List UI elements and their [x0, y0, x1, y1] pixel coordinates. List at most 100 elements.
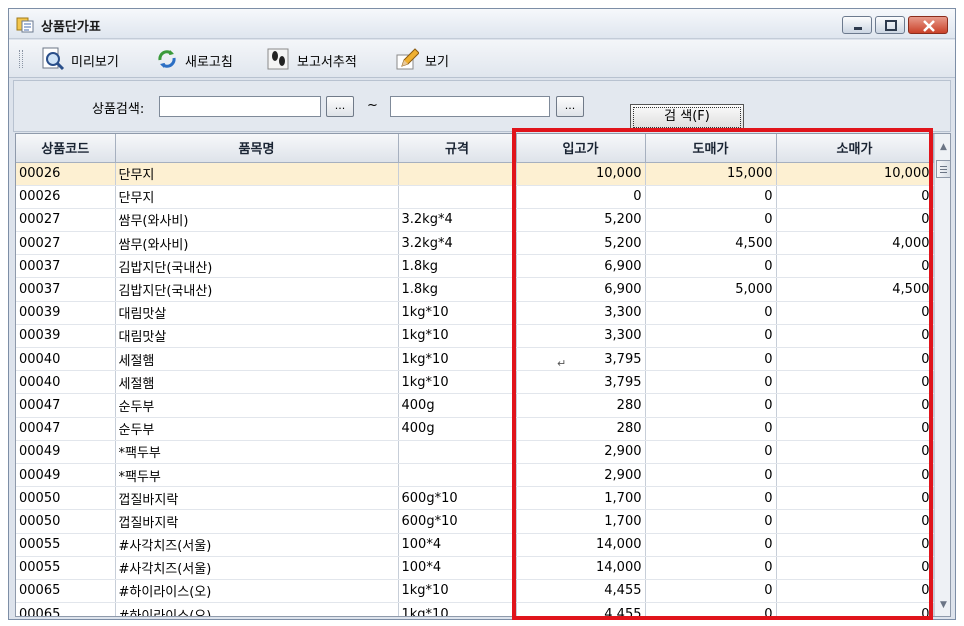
table-row[interactable]: 00065 #하이라이스(오) 1kg*10 4,455 0 0: [16, 602, 934, 616]
product-code-cell[interactable]: 00050: [16, 509, 116, 534]
wholesale-price-cell[interactable]: 0: [645, 602, 777, 616]
refresh-button[interactable]: 새로고침: [155, 46, 265, 72]
purchase-price-cell[interactable]: 3,795: [516, 370, 646, 395]
table-row[interactable]: 00047 순두부 400g 280 0 0: [16, 417, 934, 441]
purchase-price-cell[interactable]: 1,700: [516, 509, 646, 534]
item-name-cell[interactable]: #하이라이스(오): [115, 602, 399, 616]
table-row[interactable]: 00037 김밥지단(국내산) 1.8kg 6,900 0 0: [16, 254, 934, 279]
product-code-cell[interactable]: 00026: [16, 162, 116, 186]
column-header-purchase-price[interactable]: 입고가: [516, 134, 646, 163]
retail-price-cell[interactable]: 0: [776, 185, 934, 209]
wholesale-price-cell[interactable]: 0: [645, 393, 777, 418]
spec-cell[interactable]: 1.8kg: [398, 254, 517, 279]
spec-cell[interactable]: 1kg*10: [398, 602, 517, 616]
product-code-cell[interactable]: 00037: [16, 254, 116, 279]
table-row[interactable]: 00027 쌈무(와사비) 3.2kg*4 5,200 0 0: [16, 208, 934, 233]
purchase-price-cell[interactable]: 280: [516, 417, 646, 441]
retail-price-cell[interactable]: 4,000: [776, 231, 934, 256]
item-name-cell[interactable]: #사각치즈(서울): [115, 533, 399, 557]
spec-cell[interactable]: 1kg*10: [398, 370, 517, 395]
minimize-button[interactable]: [842, 16, 872, 34]
table-row[interactable]: 00037 김밥지단(국내산) 1.8kg 6,900 5,000 4,500: [16, 277, 934, 302]
retail-price-cell[interactable]: 0: [776, 393, 934, 418]
retail-price-cell[interactable]: 0: [776, 347, 934, 372]
purchase-price-cell[interactable]: 4,455: [516, 579, 646, 604]
purchase-price-cell[interactable]: 10,000: [516, 162, 646, 186]
wholesale-price-cell[interactable]: 0: [645, 324, 777, 349]
retail-price-cell[interactable]: 0: [776, 301, 934, 325]
spec-cell[interactable]: 600g*10: [398, 486, 517, 511]
spec-cell[interactable]: 1kg*10: [398, 324, 517, 349]
retail-price-cell[interactable]: 0: [776, 208, 934, 233]
purchase-price-cell[interactable]: 6,900: [516, 277, 646, 302]
wholesale-price-cell[interactable]: 5,000: [645, 277, 777, 302]
wholesale-price-cell[interactable]: 0: [645, 301, 777, 325]
view-button[interactable]: 보기: [395, 46, 465, 72]
item-name-cell[interactable]: 쌈무(와사비): [115, 231, 399, 256]
wholesale-price-cell[interactable]: 15,000: [645, 162, 777, 186]
item-name-cell[interactable]: 대림맛살: [115, 301, 399, 325]
product-code-cell[interactable]: 00065: [16, 579, 116, 604]
purchase-price-cell[interactable]: 2,900: [516, 440, 646, 464]
retail-price-cell[interactable]: 0: [776, 440, 934, 464]
spec-cell[interactable]: [398, 463, 517, 488]
retail-price-cell[interactable]: 0: [776, 556, 934, 580]
product-search-to-input[interactable]: [390, 96, 550, 117]
product-code-cell[interactable]: 00040: [16, 370, 116, 395]
toolbar-grip[interactable]: [19, 50, 23, 68]
maximize-button[interactable]: [875, 16, 905, 34]
retail-price-cell[interactable]: 0: [776, 463, 934, 488]
spec-cell[interactable]: 1.8kg: [398, 277, 517, 302]
scroll-up-arrow-icon[interactable]: ▲: [938, 142, 949, 152]
spec-cell[interactable]: [398, 185, 517, 209]
retail-price-cell[interactable]: 0: [776, 254, 934, 279]
item-name-cell[interactable]: #하이라이스(오): [115, 579, 399, 604]
item-name-cell[interactable]: 쌈무(와사비): [115, 208, 399, 233]
purchase-price-cell[interactable]: 14,000: [516, 556, 646, 580]
wholesale-price-cell[interactable]: 0: [645, 370, 777, 395]
item-name-cell[interactable]: 세절햄: [115, 370, 399, 395]
product-code-cell[interactable]: 00050: [16, 486, 116, 511]
wholesale-price-cell[interactable]: 0: [645, 417, 777, 441]
purchase-price-cell[interactable]: 4,455: [516, 602, 646, 616]
product-search-from-input[interactable]: [159, 96, 321, 117]
retail-price-cell[interactable]: 0: [776, 602, 934, 616]
search-button[interactable]: 검 색(F): [630, 104, 744, 131]
product-code-cell[interactable]: 00049: [16, 440, 116, 464]
wholesale-price-cell[interactable]: 0: [645, 509, 777, 534]
wholesale-price-cell[interactable]: 0: [645, 463, 777, 488]
wholesale-price-cell[interactable]: 0: [645, 533, 777, 557]
wholesale-price-cell[interactable]: 4,500: [645, 231, 777, 256]
table-row[interactable]: 00026 단무지 10,000 15,000 10,000: [16, 162, 934, 186]
wholesale-price-cell[interactable]: 0: [645, 579, 777, 604]
item-name-cell[interactable]: 대림맛살: [115, 324, 399, 349]
item-name-cell[interactable]: 순두부: [115, 417, 399, 441]
purchase-price-cell[interactable]: 6,900: [516, 254, 646, 279]
wholesale-price-cell[interactable]: 0: [645, 208, 777, 233]
table-row[interactable]: 00049 *팩두부 2,900 0 0: [16, 440, 934, 464]
table-row[interactable]: 00055 #사각치즈(서울) 100*4 14,000 0 0: [16, 533, 934, 557]
table-row[interactable]: 00039 대림맛살 1kg*10 3,300 0 0: [16, 301, 934, 325]
retail-price-cell[interactable]: 0: [776, 486, 934, 511]
table-row[interactable]: 00049 *팩두부 2,900 0 0: [16, 463, 934, 488]
product-search-to-browse-button[interactable]: ...: [556, 96, 584, 117]
spec-cell[interactable]: 400g: [398, 417, 517, 441]
column-header-wholesale-price[interactable]: 도매가: [645, 134, 777, 163]
item-name-cell[interactable]: 순두부: [115, 393, 399, 418]
wholesale-price-cell[interactable]: 0: [645, 347, 777, 372]
purchase-price-cell[interactable]: 280: [516, 393, 646, 418]
purchase-price-cell[interactable]: 14,000: [516, 533, 646, 557]
column-header-product-code[interactable]: 상품코드: [16, 134, 116, 163]
retail-price-cell[interactable]: 0: [776, 417, 934, 441]
purchase-price-cell[interactable]: 3,300: [516, 324, 646, 349]
item-name-cell[interactable]: *팩두부: [115, 463, 399, 488]
wholesale-price-cell[interactable]: 0: [645, 185, 777, 209]
table-row[interactable]: 00050 껍질바지락 600g*10 1,700 0 0: [16, 509, 934, 534]
item-name-cell[interactable]: 김밥지단(국내산): [115, 277, 399, 302]
spec-cell[interactable]: 400g: [398, 393, 517, 418]
column-header-spec[interactable]: 규격: [398, 134, 517, 163]
table-row[interactable]: 00027 쌈무(와사비) 3.2kg*4 5,200 4,500 4,000: [16, 231, 934, 256]
product-code-cell[interactable]: 00027: [16, 208, 116, 233]
item-name-cell[interactable]: 껍질바지락: [115, 486, 399, 511]
spec-cell[interactable]: 3.2kg*4: [398, 208, 517, 233]
